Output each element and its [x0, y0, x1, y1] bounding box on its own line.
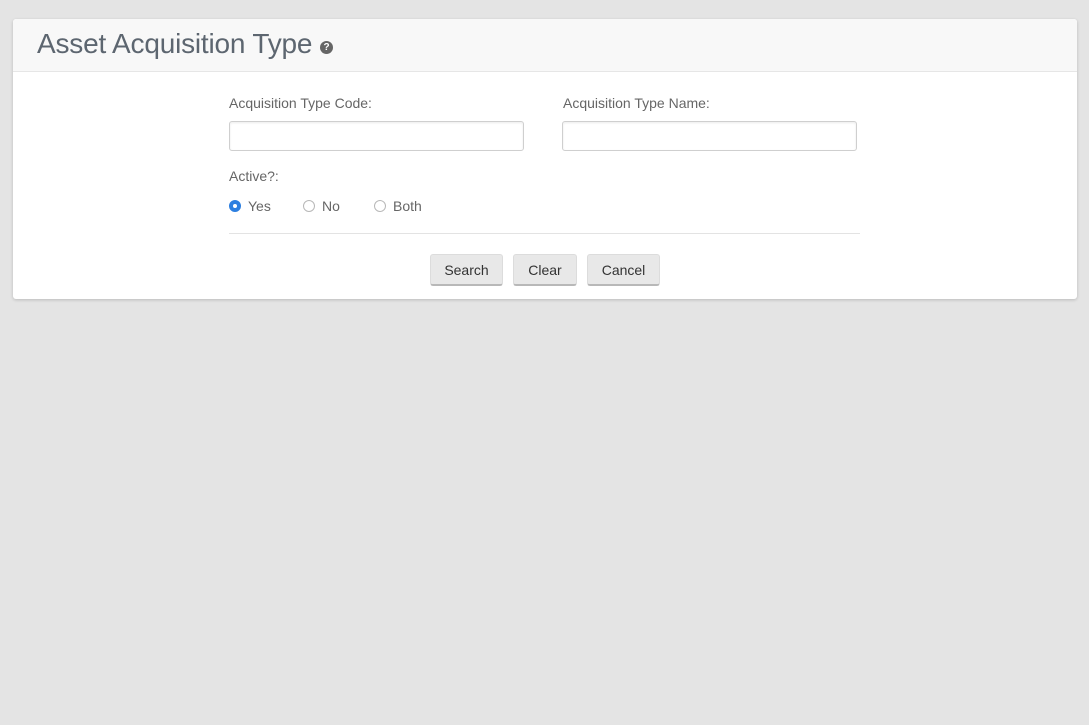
page-title: Asset Acquisition Type	[37, 28, 313, 59]
active-radio-yes[interactable]: Yes	[229, 196, 271, 216]
active-radio-no[interactable]: No	[303, 196, 340, 216]
active-radio-both[interactable]: Both	[374, 196, 422, 216]
divider	[229, 233, 860, 234]
search-button[interactable]: Search	[430, 254, 503, 286]
active-label: Active?:	[229, 168, 279, 184]
radio-label-yes: Yes	[248, 198, 271, 214]
acquisition-type-name-input[interactable]	[562, 121, 857, 151]
clear-button[interactable]: Clear	[513, 254, 577, 286]
radio-unchecked-icon	[374, 200, 386, 212]
radio-label-no: No	[322, 198, 340, 214]
acquisition-type-code-input[interactable]	[229, 121, 524, 151]
acquisition-type-name-label: Acquisition Type Name:	[563, 95, 710, 111]
acquisition-type-code-label: Acquisition Type Code:	[229, 95, 372, 111]
radio-checked-icon	[229, 200, 241, 212]
question-circle-icon[interactable]: ?	[320, 41, 333, 54]
radio-label-both: Both	[393, 198, 422, 214]
radio-unchecked-icon	[303, 200, 315, 212]
lookup-panel: Asset Acquisition Type ? Acquisition Typ…	[13, 19, 1077, 299]
cancel-button[interactable]: Cancel	[587, 254, 660, 286]
panel-header: Asset Acquisition Type ?	[13, 19, 1077, 72]
